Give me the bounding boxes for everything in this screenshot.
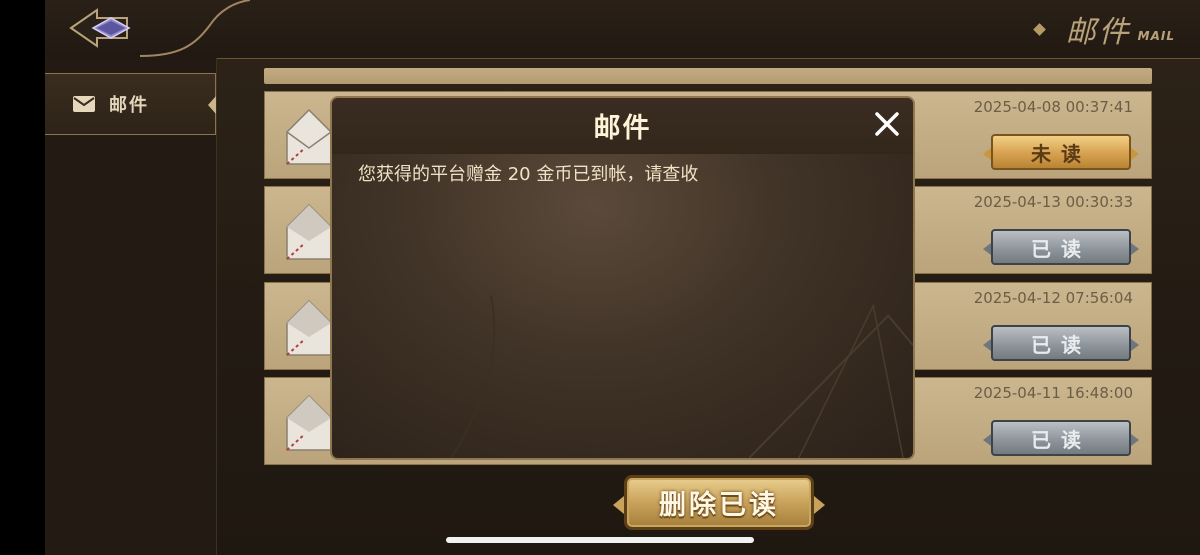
dialog-header: 邮件 [332, 98, 913, 154]
title-diamond-icon [1032, 22, 1046, 36]
home-indicator[interactable] [446, 537, 754, 543]
page-title: 邮件 MAIL [1032, 6, 1175, 52]
status-label: 已读 [1031, 427, 1091, 452]
status-unread-button[interactable]: 未读 [983, 134, 1139, 170]
back-button[interactable] [67, 6, 137, 50]
close-button[interactable] [869, 106, 905, 142]
dialog-message: 您获得的平台赠金 20 金币已到帐，请查收 [358, 164, 699, 185]
mail-date: 2025-04-11 16:48:00 [973, 384, 1133, 402]
sidebar-item-label: 邮件 [109, 95, 149, 116]
page-subtitle-text: MAIL [1137, 29, 1175, 43]
sidebar: 邮件 [45, 58, 217, 555]
status-read-button[interactable]: 已读 [983, 325, 1139, 361]
status-label: 已读 [1031, 236, 1091, 261]
page-title-text: 邮件 [1065, 15, 1132, 50]
status-read-button[interactable]: 已读 [983, 420, 1139, 456]
dialog-title: 邮件 [593, 113, 652, 144]
sidebar-item-mail[interactable]: 邮件 [45, 73, 216, 135]
active-indicator-icon [208, 96, 216, 114]
envelope-open-icon [286, 203, 332, 260]
mail-icon [73, 96, 95, 112]
envelope-open-icon [286, 299, 332, 356]
close-icon [875, 112, 899, 136]
mail-date: 2025-04-13 00:30:33 [973, 193, 1133, 211]
top-bar: 邮件 MAIL [45, 0, 1200, 59]
delete-read-button[interactable]: 删除已读 [613, 475, 825, 530]
status-read-button[interactable]: 已读 [983, 229, 1139, 265]
mail-detail-dialog: 邮件 您获得的平台赠金 20 金币已到帐，请查收 [330, 96, 915, 460]
envelope-open-icon [286, 394, 332, 451]
envelope-open-icon [286, 108, 332, 165]
header-ornament [140, 0, 250, 57]
back-arrow-icon [69, 8, 131, 48]
status-label: 已读 [1031, 332, 1091, 357]
mail-date: 2025-04-12 07:56:04 [973, 289, 1133, 307]
status-label: 未读 [1031, 141, 1091, 166]
list-item-partial [264, 68, 1152, 84]
mail-date: 2025-04-08 00:37:41 [973, 98, 1133, 116]
delete-read-label: 删除已读 [659, 490, 779, 521]
